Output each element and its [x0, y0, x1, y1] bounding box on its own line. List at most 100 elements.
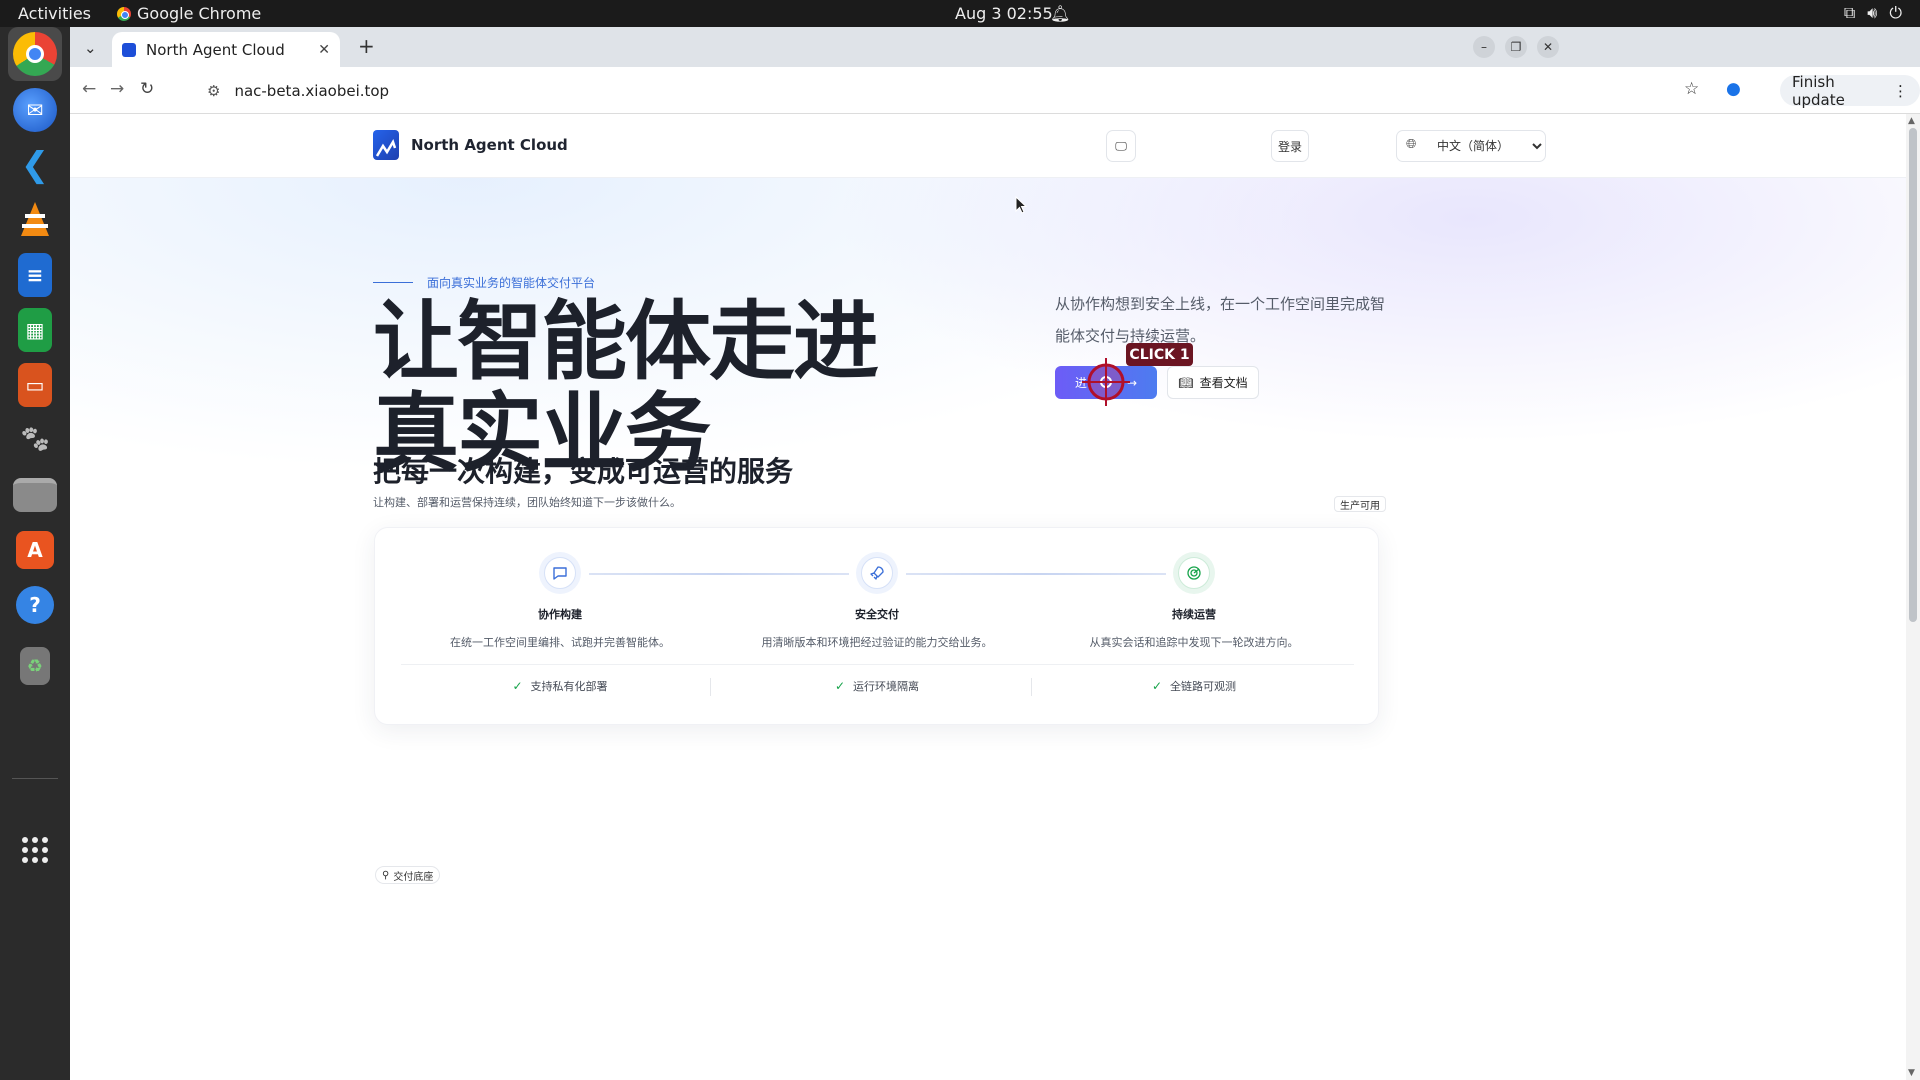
- brand-logo-icon: [373, 130, 399, 160]
- view-docs-label: 查看文档: [1199, 376, 1248, 390]
- software-icon: A: [16, 531, 54, 569]
- delivery-foundation-badge: ⚲ 交付底座: [375, 866, 441, 884]
- dock-thunderbird[interactable]: ✉: [8, 83, 62, 137]
- finish-update-button[interactable]: Finish update ⋮: [1780, 72, 1920, 109]
- reload-icon[interactable]: ↻: [140, 79, 154, 99]
- tab-north-agent-cloud[interactable]: North Agent Cloud ✕: [112, 32, 340, 67]
- volume-icon: 🔊︎: [1867, 3, 1878, 22]
- hero-lead: 从协作构想到安全上线，在一个工作空间里完成智能体交付与持续运营。: [1055, 295, 1386, 345]
- check-icon: ✓: [834, 679, 846, 693]
- scrollbar-thumb[interactable]: [1909, 128, 1917, 622]
- activities-button[interactable]: Activities: [18, 4, 91, 23]
- notification-bell-icon[interactable]: 🔔︎: [1050, 4, 1070, 23]
- profile-icon[interactable]: ●: [1726, 79, 1741, 99]
- feature-label: 支持私有化部署: [530, 680, 608, 693]
- app-grid-icon: [13, 828, 57, 872]
- dock-vlc[interactable]: [8, 193, 62, 247]
- dock-separator: [12, 778, 58, 779]
- workflow-card: 协作构建 在统一工作空间里编排、试跑并完善智能体。 安全交付 用清晰版本和环境把…: [374, 527, 1379, 725]
- dock: ✉ ❮ ≡ ▦ ▭ 🐾︎ A ? ♻: [0, 27, 70, 1080]
- login-button[interactable]: 登录: [1271, 130, 1309, 162]
- close-tab-icon[interactable]: ✕: [318, 42, 330, 58]
- site-info-icon[interactable]: ⚙: [207, 82, 220, 100]
- step-desc: 用清晰版本和环境把经过验证的能力交给业务。: [761, 636, 993, 649]
- hero-eyebrow: 面向真实业务的智能体交付平台: [373, 274, 595, 291]
- section-title: 把每一次构建，变成可运营的服务: [373, 455, 794, 488]
- feature-observability: ✓ 全链路可观测: [1034, 678, 1354, 694]
- more-options-icon: ⋮: [1893, 81, 1908, 100]
- dock-gimp[interactable]: 🐾︎: [8, 413, 62, 467]
- vlc-icon: [13, 198, 57, 242]
- step-title: 安全交付: [855, 608, 899, 621]
- dock-impress[interactable]: ▭: [8, 358, 62, 412]
- dock-help[interactable]: ?: [8, 578, 62, 632]
- writer-icon: ≡: [18, 253, 52, 297]
- dock-trash[interactable]: ♻: [8, 639, 62, 693]
- back-icon[interactable]: ←: [82, 79, 96, 99]
- system-top-bar: Activities Google Chrome Aug 3 02:55 🔔︎ …: [0, 0, 1920, 27]
- chat-icon: [544, 557, 576, 589]
- delivery-foundation-label: 交付底座: [393, 871, 434, 883]
- browser-toolbar: ← → ↻ ⚙ nac-beta.xiaobei.top ☆ ● Finish …: [70, 67, 1920, 114]
- dock-software[interactable]: A: [8, 523, 62, 577]
- scroll-down-icon[interactable]: ▼: [1908, 1068, 1915, 1078]
- files-icon: [13, 478, 57, 512]
- radar-icon: [1178, 557, 1210, 589]
- bookmark-star-icon[interactable]: ☆: [1684, 79, 1699, 99]
- language-select[interactable]: 中文（简体）: [1396, 130, 1546, 162]
- forward-icon[interactable]: →: [110, 79, 124, 99]
- card-divider: [401, 664, 1354, 665]
- view-docs-button[interactable]: 📖︎ 查看文档: [1167, 366, 1259, 399]
- check-icon: ✓: [1151, 679, 1163, 693]
- impress-icon: ▭: [18, 363, 52, 407]
- dock-vscode[interactable]: ❮: [8, 138, 62, 192]
- enter-console-button[interactable]: 进 →: [1055, 366, 1157, 399]
- feature-label: 全链路可观测: [1170, 680, 1237, 693]
- dock-files[interactable]: [8, 468, 62, 522]
- tab-strip: ⌄ North Agent Cloud ✕ + – ❐ ✕: [70, 27, 1920, 67]
- minimize-icon[interactable]: –: [1473, 36, 1495, 58]
- scroll-up-icon[interactable]: ▲: [1908, 116, 1915, 126]
- address-bar[interactable]: ⚙ nac-beta.xiaobei.top: [195, 73, 1745, 108]
- step-collaborate: 协作构建 在统一工作空间里编排、试跑并完善智能体。: [400, 552, 720, 650]
- step-title: 持续运营: [1172, 608, 1216, 621]
- network-icon: ⧉: [1843, 3, 1856, 22]
- vscode-icon: ❮: [20, 145, 50, 185]
- tab-title: North Agent Cloud: [146, 40, 285, 59]
- headline-line-1: 让智能体走进: [373, 292, 879, 392]
- eyebrow-text: 面向真实业务的智能体交付平台: [427, 276, 596, 290]
- step-icon-ring: [856, 552, 898, 594]
- step-icon-ring: [1173, 552, 1215, 594]
- gimp-icon: 🐾︎: [18, 425, 52, 455]
- dock-calc[interactable]: ▦: [8, 303, 62, 357]
- chrome-icon: [117, 6, 131, 21]
- brand[interactable]: North Agent Cloud: [373, 130, 568, 160]
- production-ready-badge: 生产可用: [1334, 496, 1386, 512]
- section-subtitle: 让构建、部署和运营保持连续，团队始终知道下一步该做什么。: [373, 496, 681, 509]
- site-header: North Agent Cloud 🖵 中文（简体） 🌐︎ 登录: [70, 114, 1906, 178]
- page-viewport: North Agent Cloud 🖵 中文（简体） 🌐︎ 登录 面向真实业务的…: [70, 114, 1906, 1080]
- step-operate: 持续运营 从真实会话和追踪中发现下一轮改进方向。: [1034, 552, 1354, 650]
- dock-writer[interactable]: ≡: [8, 248, 62, 302]
- dock-chrome[interactable]: [8, 27, 62, 81]
- restore-icon[interactable]: ❐: [1505, 36, 1527, 58]
- tab-search-chevron-icon[interactable]: ⌄: [84, 39, 97, 57]
- trash-icon: ♻: [20, 647, 50, 685]
- page-scrollbar[interactable]: ▲ ▼: [1906, 114, 1920, 1080]
- finish-update-label: Finish update: [1792, 72, 1845, 109]
- new-tab-icon[interactable]: +: [358, 34, 375, 58]
- system-tray[interactable]: ⧉ 🔊︎ ⏻: [1844, 3, 1902, 23]
- click-annotation-label: CLICK 1: [1126, 343, 1193, 366]
- step-desc: 从真实会话和追踪中发现下一轮改进方向。: [1089, 636, 1299, 649]
- app-menu[interactable]: Google Chrome: [117, 4, 261, 23]
- feature-isolation: ✓ 运行环境隔离: [717, 678, 1037, 694]
- clock[interactable]: Aug 3 02:55: [955, 4, 1053, 23]
- dock-app-grid[interactable]: [8, 823, 62, 877]
- display-mode-button[interactable]: 🖵: [1106, 130, 1136, 162]
- step-icon-ring: [539, 552, 581, 594]
- monitor-icon: 🖵: [1115, 138, 1127, 153]
- feature-private-deploy: ✓ 支持私有化部署: [400, 678, 720, 694]
- feature-label: 运行环境隔离: [853, 680, 920, 693]
- step-desc: 在统一工作空间里编排、试跑并完善智能体。: [450, 636, 670, 649]
- close-window-icon[interactable]: ✕: [1537, 36, 1559, 58]
